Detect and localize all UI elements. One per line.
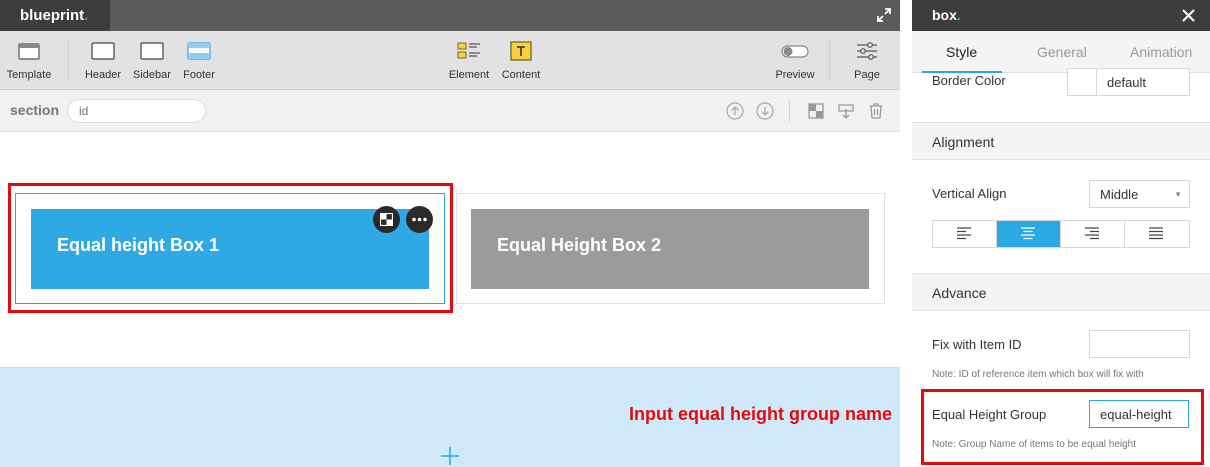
vertical-align-label: Vertical Align [932, 186, 1007, 201]
footer-button[interactable]: Footer [180, 31, 218, 90]
sliders-icon [857, 42, 877, 60]
align-left-button[interactable] [933, 221, 997, 247]
chevron-down-icon: ▼ [1174, 190, 1182, 199]
header-button[interactable]: Header [82, 31, 124, 90]
content-label: Content [501, 69, 541, 81]
section-bar: section [0, 90, 900, 132]
sidebar-label: Sidebar [133, 69, 171, 81]
move-up-icon[interactable] [725, 101, 745, 121]
duplicate-icon[interactable] [806, 101, 826, 121]
sidebar-button[interactable]: Sidebar [130, 31, 174, 90]
move-down-icon[interactable] [755, 101, 775, 121]
box-more-button[interactable] [406, 206, 433, 233]
equal-height-group-label: Equal Height Group [932, 407, 1047, 422]
fix-item-id-note: Note: ID of reference item which box wil… [932, 369, 1144, 380]
footer-label: Footer [183, 69, 215, 81]
equal-height-group-input[interactable] [1089, 400, 1189, 428]
settings-panel: box. Style General Animation Border Colo… [912, 0, 1210, 467]
align-center-button[interactable] [997, 221, 1061, 247]
preview-toggle[interactable]: Preview [774, 31, 816, 90]
tab-animation[interactable]: Animation [1130, 44, 1192, 60]
instruction-annotation: Input equal height group name [629, 404, 892, 424]
editor-area: blueprint. Template Header Sidebar Foote… [0, 0, 900, 467]
close-icon[interactable] [1181, 8, 1196, 23]
add-element-icon[interactable] [440, 446, 460, 466]
template-icon [18, 43, 40, 60]
border-color-label: Border Color [932, 73, 1006, 88]
equal-height-box-1[interactable]: Equal height Box 1 [31, 209, 429, 289]
header-icon [91, 42, 115, 60]
equal-height-group-note: Note: Group Name of items to be equal he… [932, 439, 1137, 450]
section-label: section [10, 102, 60, 118]
content-button[interactable]: Content [499, 31, 543, 90]
editor-titlebar: blueprint. [0, 0, 900, 31]
align-left-icon [957, 227, 971, 240]
page-settings-button[interactable]: Page [848, 31, 886, 90]
preview-label: Preview [775, 69, 815, 81]
element-label: Element [448, 69, 490, 81]
brand-name: blueprint [20, 7, 85, 24]
app: blueprint. Template Header Sidebar Foote… [0, 0, 1210, 467]
layout-icon [380, 213, 393, 226]
toolbar: Template Header Sidebar Footer Element C… [0, 31, 900, 90]
panel-title-dot: . [956, 7, 961, 23]
border-color-swatch[interactable] [1067, 68, 1097, 96]
element-icon [457, 42, 480, 59]
section-id-input[interactable] [67, 99, 206, 123]
page-label: Page [854, 69, 880, 81]
border-color-input[interactable] [1096, 68, 1190, 96]
fix-item-id-label: Fix with Item ID [932, 337, 1022, 352]
alignment-section-header: Alignment [912, 122, 1210, 160]
vertical-align-value: Middle [1100, 187, 1139, 202]
template-button[interactable]: Template [0, 31, 58, 90]
tab-general[interactable]: General [1037, 44, 1087, 60]
tab-style[interactable]: Style [946, 44, 977, 60]
panel-tabs: Style General Animation [912, 31, 1210, 73]
align-justify-button[interactable] [1125, 221, 1189, 247]
alignment-heading: Alignment [932, 134, 995, 150]
template-label: Template [6, 69, 52, 81]
more-icon [412, 217, 427, 222]
align-justify-icon [1149, 227, 1163, 240]
align-right-icon [1085, 227, 1099, 240]
section-divider [789, 100, 790, 122]
brand-dot: . [84, 7, 89, 24]
panel-title-text: box [932, 7, 957, 23]
advance-section-header: Advance [912, 273, 1210, 311]
toolbar-divider [68, 41, 69, 81]
box1-title: Equal height Box 1 [57, 235, 220, 255]
align-center-icon [1021, 227, 1035, 240]
header-label: Header [84, 69, 122, 81]
panel-title: box. [932, 7, 961, 23]
save-template-icon[interactable] [836, 101, 856, 121]
vertical-align-select[interactable]: Middle ▼ [1089, 180, 1190, 208]
box-layout-button[interactable] [373, 206, 400, 233]
box2-title: Equal Height Box 2 [497, 235, 662, 255]
footer-icon [187, 42, 211, 60]
fix-item-id-input[interactable] [1089, 330, 1190, 358]
equal-height-box-2[interactable]: Equal Height Box 2 [471, 209, 869, 289]
panel-header: box. [912, 0, 1210, 31]
sidebar-icon [140, 42, 164, 60]
advance-heading: Advance [932, 285, 987, 301]
horizontal-align-group [932, 220, 1190, 248]
element-button[interactable]: Element [447, 31, 491, 90]
brand-tab[interactable]: blueprint. [0, 0, 110, 31]
expand-icon[interactable] [876, 7, 892, 23]
trash-icon[interactable] [866, 101, 886, 121]
align-right-button[interactable] [1061, 221, 1125, 247]
content-icon [510, 41, 532, 61]
toolbar-divider [829, 41, 830, 81]
panel-body: Border Color Alignment Vertical Align Mi… [912, 68, 1210, 467]
toggle-icon [781, 45, 809, 58]
